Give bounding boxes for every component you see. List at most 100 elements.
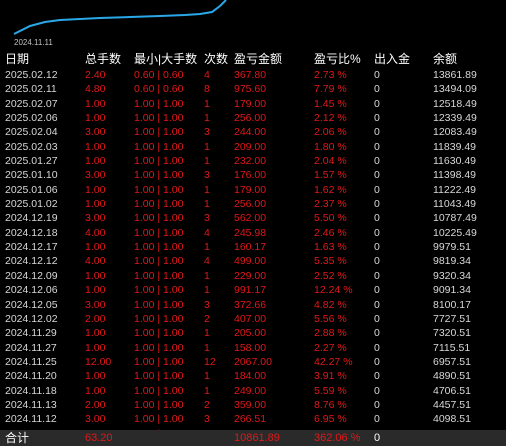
cell-pct: 2.46 %: [314, 226, 347, 239]
cell-pct: 1.80 %: [314, 140, 347, 153]
cell-lots: 1.00: [85, 97, 106, 110]
table-row[interactable]: 2025.02.12 2.40 0.60 | 0.60 4 367.80 2.73 % 0 1…: [0, 68, 506, 82]
cell-count: 1: [204, 140, 210, 153]
table-row[interactable]: 2025.01.02 1.00 1.00 | 1.00 1 256.00 2.37 % 0 1…: [0, 197, 506, 211]
cell-count: 2: [204, 398, 210, 411]
table-row[interactable]: 2025.02.11 4.80 0.60 | 0.60 8 975.60 7.79 % 0 1…: [0, 82, 506, 96]
cell-lots: 3.00: [85, 298, 106, 311]
table-row[interactable]: 2024.12.09 1.00 1.00 | 1.00 1 229.00 2.52 % 0 9…: [0, 269, 506, 283]
table-row[interactable]: 2024.11.20 1.00 1.00 | 1.00 1 184.00 3.91 % 0 4…: [0, 369, 506, 383]
table-row[interactable]: 2024.12.06 1.00 1.00 | 1.00 1 991.17 12.24 % 0…: [0, 283, 506, 297]
cell-pct: 2.12 %: [314, 112, 347, 125]
cell-lots: 1.00: [85, 183, 106, 196]
table-row[interactable]: 2024.11.12 3.00 1.00 | 1.00 3 266.51 6.95 % 0 4…: [0, 412, 506, 426]
table-row[interactable]: 2024.11.13 2.00 1.00 | 1.00 2 359.00 8.76 % 0 4…: [0, 398, 506, 412]
cell-count: 1: [204, 327, 210, 340]
cell-pct: 4.82 %: [314, 298, 347, 311]
cell-count: 3: [204, 169, 210, 182]
cell-lots: 3.00: [85, 212, 106, 225]
table-row[interactable]: 2025.01.27 1.00 1.00 | 1.00 1 232.00 2.04 % 0 1…: [0, 154, 506, 168]
cell-bal: 6957.51: [433, 355, 471, 368]
cell-lots: 3.00: [85, 126, 106, 139]
cell-bal: 10225.49: [433, 226, 477, 239]
cell-io: 0: [374, 241, 380, 254]
cell-count: 1: [204, 284, 210, 297]
cell-io: 0: [374, 169, 380, 182]
table-row[interactable]: 2024.12.05 3.00 1.00 | 1.00 3 372.66 4.82 % 0 8…: [0, 298, 506, 312]
header-minmax: 最小|大手数: [134, 52, 198, 66]
cell-bal: 12339.49: [433, 112, 477, 125]
cell-io: 0: [374, 269, 380, 282]
cell-date: 2024.11.29: [5, 327, 57, 340]
cell-count: 2: [204, 312, 210, 325]
table-row[interactable]: 2025.01.10 3.00 1.00 | 1.00 3 176.00 1.57 % 0 1…: [0, 168, 506, 182]
cell-minmax: 1.00 | 1.00: [134, 341, 184, 354]
cell-count: 4: [204, 226, 210, 239]
equity-curve: [13, 0, 227, 35]
table-row[interactable]: 2024.11.25 12.00 1.00 | 1.00 12 2067.00 42.27…: [0, 355, 506, 369]
cell-io: 0: [374, 69, 380, 81]
table-row[interactable]: 2024.12.17 1.00 1.00 | 1.00 1 160.17 1.63 % 0 9…: [0, 240, 506, 254]
cell-pnl: 266.51: [234, 413, 267, 426]
cell-pnl: 160.17: [234, 241, 267, 254]
cell-date: 2025.01.02: [5, 198, 58, 211]
cell-date: 2024.12.05: [5, 298, 58, 311]
table-row[interactable]: 2024.11.29 1.00 1.00 | 1.00 1 205.00 2.88 % 0 7…: [0, 326, 506, 340]
cell-pct: 1.62 %: [314, 183, 347, 196]
cell-lots: 1.00: [85, 241, 106, 254]
cell-pnl: 245.98: [234, 226, 267, 239]
cell-bal: 9320.34: [433, 269, 471, 282]
cell-count: 3: [204, 298, 210, 311]
cell-io: 0: [374, 97, 380, 110]
cell-minmax: 1.00 | 1.00: [134, 413, 184, 426]
cell-count: 1: [204, 97, 210, 110]
cell-minmax: 1.00 | 1.00: [134, 97, 184, 110]
cell-io: 0: [374, 126, 380, 139]
cell-count: 1: [204, 155, 210, 168]
cell-date: 2025.02.07: [5, 97, 58, 110]
cell-bal: 13861.89: [433, 69, 477, 81]
cell-count: 3: [204, 126, 210, 139]
table-row[interactable]: 2024.12.19 3.00 1.00 | 1.00 3 562.00 5.50 % 0 1…: [0, 211, 506, 225]
cell-minmax: 0.60 | 0.60: [134, 69, 184, 81]
cell-bal: 10787.49: [433, 212, 477, 225]
cell-bal: 4457.51: [433, 398, 471, 411]
table-row[interactable]: 2024.11.27 1.00 1.00 | 1.00 1 158.00 2.27 % 0 7…: [0, 341, 506, 355]
cell-pnl: 975.60: [234, 83, 267, 96]
cell-bal: 8100.17: [433, 298, 471, 311]
table-row[interactable]: 2025.02.06 1.00 1.00 | 1.00 1 256.00 2.12 % 0 1…: [0, 111, 506, 125]
cell-io: 0: [374, 413, 380, 426]
table-row[interactable]: 2025.01.06 1.00 1.00 | 1.00 1 179.00 1.62 % 0 1…: [0, 183, 506, 197]
cell-pct: 2.37 %: [314, 198, 347, 211]
cell-minmax: 1.00 | 1.00: [134, 140, 184, 153]
equity-line: [13, 0, 227, 35]
table-row[interactable]: 2025.02.07 1.00 1.00 | 1.00 1 179.00 1.45 % 0 1…: [0, 97, 506, 111]
cell-pct: 12.24 %: [314, 284, 353, 297]
table-row[interactable]: 2025.02.03 1.00 1.00 | 1.00 1 209.00 1.80 % 0 1…: [0, 140, 506, 154]
header-balance: 余额: [433, 52, 458, 66]
cell-lots: 1.00: [85, 140, 106, 153]
header-lots: 总手数: [85, 52, 122, 66]
cell-count: 12: [204, 355, 216, 368]
table-row[interactable]: 2025.02.04 3.00 1.00 | 1.00 3 244.00 2.06 % 0 1…: [0, 125, 506, 139]
cell-minmax: 0.60 | 0.60: [134, 83, 184, 96]
cell-date: 2024.11.27: [5, 341, 57, 354]
cell-lots: 1.00: [85, 341, 106, 354]
cell-lots: 1.00: [85, 198, 106, 211]
header-count: 次数: [204, 52, 229, 66]
table-row[interactable]: 2024.12.02 2.00 1.00 | 1.00 2 407.00 5.56 % 0 7…: [0, 312, 506, 326]
cell-count: 1: [204, 198, 210, 211]
table-header: 日期 总手数 最小|大手数 次数 盈亏金额 盈亏比% 出入金 余额: [0, 50, 506, 69]
cell-date: 2025.02.12: [5, 69, 58, 81]
header-pct: 盈亏比%: [314, 52, 361, 66]
cell-pct: 5.50 %: [314, 212, 347, 225]
cell-lots: 2.00: [85, 398, 106, 411]
cell-lots: 1.00: [85, 370, 106, 383]
table-row[interactable]: 2024.12.18 4.00 1.00 | 1.00 4 245.98 2.46 % 0 1…: [0, 226, 506, 240]
cell-minmax: 1.00 | 1.00: [134, 241, 184, 254]
cell-io: 0: [374, 255, 380, 268]
cell-pct: 2.27 %: [314, 341, 347, 354]
cell-count: 8: [204, 83, 210, 96]
table-row[interactable]: 2024.11.18 1.00 1.00 | 1.00 1 249.00 5.59 % 0 4…: [0, 384, 506, 398]
table-row[interactable]: 2024.12.12 4.00 1.00 | 1.00 4 499.00 5.35 % 0 9…: [0, 254, 506, 268]
